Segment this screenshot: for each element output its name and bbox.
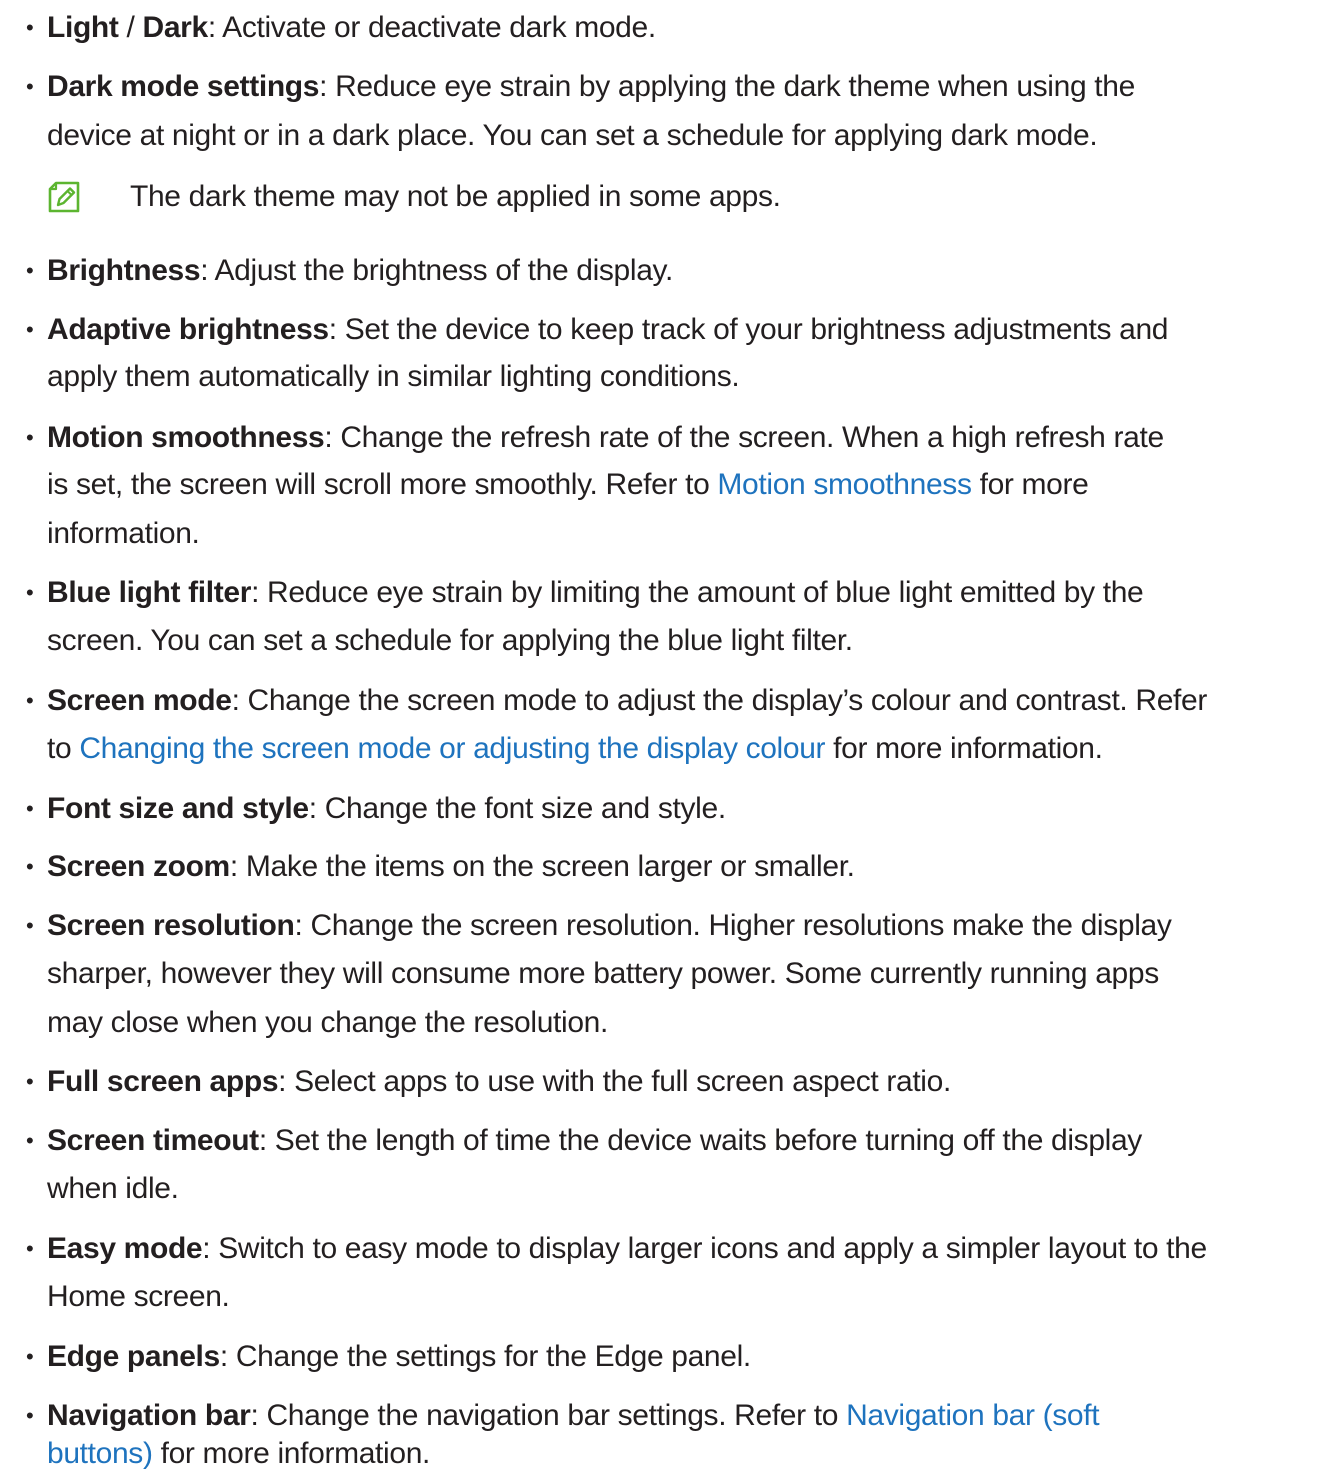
list-item-line: Screen zoom: Make the items on the scree… — [47, 844, 855, 889]
term: Full screen apps — [47, 1065, 279, 1098]
term: Blue light filter — [47, 576, 252, 609]
description: Home screen. — [47, 1280, 230, 1313]
description: information. — [47, 517, 200, 550]
bullet: • — [26, 1128, 34, 1153]
description: device at night or in a dark place. You … — [47, 119, 1098, 152]
description: : Reduce eye strain by applying the dark… — [319, 70, 1135, 103]
description: : Change the navigation bar settings. Re… — [250, 1399, 847, 1432]
list-item-line: Edge panels: Change the settings for the… — [47, 1334, 751, 1379]
description: for more information. — [825, 732, 1103, 765]
list-item-line: Easy mode: Switch to easy mode to displa… — [47, 1226, 1207, 1271]
list-item-line: information. — [47, 511, 200, 556]
term: Screen zoom — [47, 850, 230, 883]
bullet: • — [26, 688, 34, 713]
description: : Change the font size and style. — [308, 792, 726, 825]
note-text: The dark theme may not be applied in som… — [130, 180, 781, 213]
description: sharper, however they will consume more … — [47, 957, 1159, 990]
note-pencil-icon — [48, 181, 80, 213]
list-item-line: Motion smoothness: Change the refresh ra… — [47, 415, 1164, 460]
description: : Set the length of time the device wait… — [258, 1124, 1142, 1157]
description: : Select apps to use with the full scree… — [278, 1065, 951, 1098]
term: Screen resolution — [47, 909, 295, 942]
description: : Change the screen resolution. Higher r… — [294, 909, 1172, 942]
description: : Adjust the brightness of the display. — [200, 254, 673, 287]
list-item-line: to Changing the screen mode or adjusting… — [47, 726, 1103, 771]
link-navigation-bar[interactable]: Navigation bar (soft — [846, 1399, 1099, 1432]
list-item-line: Dark mode settings: Reduce eye strain by… — [47, 64, 1135, 109]
list-item-line: apply them automatically in similar ligh… — [47, 354, 740, 399]
bullet: • — [26, 913, 34, 938]
list-item-line: Screen timeout: Set the length of time t… — [47, 1118, 1142, 1163]
bullet: • — [26, 1069, 34, 1094]
description: may close when you change the resolution… — [47, 1006, 608, 1039]
bullet: • — [26, 1403, 34, 1428]
bullet: • — [26, 258, 34, 283]
list-item-line: Screen mode: Change the screen mode to a… — [47, 678, 1207, 723]
term: Adaptive brightness — [47, 313, 329, 346]
description: : Make the items on the screen larger or… — [229, 850, 855, 883]
term: Brightness — [47, 254, 201, 287]
description: : Activate or deactivate dark mode. — [207, 11, 656, 44]
list-item-line: when idle. — [47, 1166, 179, 1211]
list-item-line: Brightness: Adjust the brightness of the… — [47, 248, 673, 293]
link-navigation-bar-continued[interactable]: buttons) — [47, 1437, 153, 1470]
description: when idle. — [47, 1172, 179, 1205]
description: apply them automatically in similar ligh… — [47, 360, 740, 393]
description: is set, the screen will scroll more smoo… — [47, 468, 718, 501]
description: : Change the refresh rate of the screen.… — [324, 421, 1164, 454]
list-item-line: Font size and style: Change the font siz… — [47, 786, 726, 831]
list-item-line: Screen resolution: Change the screen res… — [47, 903, 1172, 948]
term: Easy mode — [47, 1232, 203, 1265]
description: : Set the device to keep track of your b… — [328, 313, 1169, 346]
term: Motion smoothness — [47, 421, 325, 454]
bullet: • — [26, 580, 34, 605]
description: to — [47, 732, 80, 765]
link-motion-smoothness[interactable]: Motion smoothness — [717, 468, 972, 501]
list-item-line: Blue light filter: Reduce eye strain by … — [47, 570, 1144, 615]
list-item-line: Full screen apps: Select apps to use wit… — [47, 1059, 951, 1104]
list-item-line: device at night or in a dark place. You … — [47, 113, 1098, 158]
list-item-line: is set, the screen will scroll more smoo… — [47, 462, 1089, 507]
term: Light — [47, 11, 119, 44]
term: Dark mode settings — [47, 70, 320, 103]
description: screen. You can set a schedule for apply… — [47, 624, 853, 657]
description: : Switch to easy mode to display larger … — [202, 1232, 1207, 1265]
bullet: • — [26, 74, 34, 99]
term: Edge panels — [47, 1340, 220, 1373]
separator: / — [118, 11, 143, 44]
description: : Change the settings for the Edge panel… — [219, 1340, 751, 1373]
list-item-line: Home screen. — [47, 1274, 230, 1319]
list-item-line: sharper, however they will consume more … — [47, 951, 1159, 996]
bullet: • — [26, 1344, 34, 1369]
bullet: • — [26, 854, 34, 879]
bullet: • — [26, 317, 34, 342]
bullet: • — [26, 1236, 34, 1261]
term: Screen timeout — [47, 1124, 259, 1157]
list-item-line: Light / Dark: Activate or deactivate dar… — [47, 5, 656, 50]
term: Screen mode — [47, 684, 232, 717]
term: Navigation bar — [47, 1399, 251, 1432]
link-changing-screen-mode[interactable]: Changing the screen mode or adjusting th… — [79, 732, 825, 765]
description: for more — [971, 468, 1089, 501]
term: Dark — [142, 11, 209, 44]
bullet: • — [26, 15, 34, 40]
list-item-line: buttons) for more information. — [47, 1431, 430, 1476]
term: Font size and style — [47, 792, 309, 825]
description: : Reduce eye strain by limiting the amou… — [251, 576, 1144, 609]
description: for more information. — [152, 1437, 431, 1470]
list-item-line: screen. You can set a schedule for apply… — [47, 618, 853, 663]
bullet: • — [26, 425, 34, 450]
list-item-line: may close when you change the resolution… — [47, 1000, 608, 1045]
description: : Change the screen mode to adjust the d… — [231, 684, 1208, 717]
bullet: • — [26, 796, 34, 821]
list-item-line: Adaptive brightness: Set the device to k… — [47, 307, 1168, 352]
